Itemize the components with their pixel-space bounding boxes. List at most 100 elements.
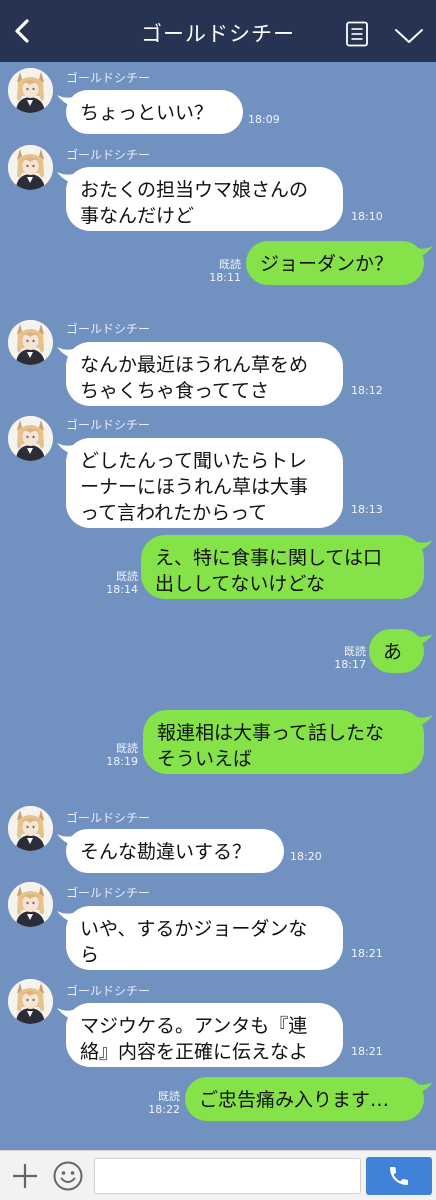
read-receipt: 既読	[219, 258, 241, 271]
timestamp: 18:19	[106, 755, 138, 768]
message-text-line: って言われたからって	[80, 502, 268, 524]
timestamp: 18:12	[351, 384, 383, 397]
incoming-message-bubble[interactable]: マジウケる。アンタも『連 絡』内容を正確に伝えなよ	[66, 1003, 343, 1067]
message-input[interactable]	[94, 1158, 361, 1194]
message-text-line: 報連相は大事って話したな	[157, 722, 385, 744]
bubble-tail	[57, 833, 73, 847]
chevron-down-icon	[395, 29, 423, 43]
message-text-line: ジョーダンか？	[260, 253, 394, 275]
message-meta: 18:10	[351, 210, 383, 223]
message-meta: 18:09	[248, 113, 280, 126]
message-text-line: そんな勘違いする？	[80, 841, 252, 863]
input-bar	[0, 1150, 436, 1200]
sender-name: ゴールドシチー	[66, 886, 151, 900]
emoji-button[interactable]	[51, 1159, 85, 1193]
message-text-line: ちゃくちゃ食っててさ	[80, 380, 270, 402]
bubble-tail	[417, 714, 433, 728]
phone-icon	[390, 1167, 408, 1185]
avatar[interactable]	[8, 416, 53, 461]
message-meta: 既読 18:17	[260, 645, 366, 671]
outgoing-message-bubble[interactable]: ご忠告痛み入ります…	[185, 1077, 424, 1121]
incoming-message-bubble[interactable]: おたくの担当ウマ娘さんの 事なんだけど	[66, 167, 343, 231]
message-meta: 18:12	[351, 384, 383, 397]
timestamp: 18:21	[351, 1045, 383, 1058]
menu-toggle-button[interactable]	[393, 23, 425, 47]
message-text-line: 出ししてないけどな	[155, 573, 326, 595]
add-attachment-button[interactable]	[8, 1159, 42, 1193]
bubble-tail	[417, 245, 433, 259]
bubble-tail	[417, 539, 433, 553]
message-text-line: え、特に食事に関しては口	[155, 547, 383, 569]
message-text-line: ーナーにほうれん草は大事	[80, 476, 309, 498]
timestamp: 18:09	[248, 113, 280, 126]
incoming-message-bubble[interactable]: そんな勘違いする？	[66, 829, 284, 873]
plus-icon	[13, 1164, 37, 1188]
message-text-line: ちょっといい？	[80, 102, 214, 124]
message-text-line: そういえば	[157, 748, 253, 770]
avatar[interactable]	[8, 320, 53, 365]
timestamp: 18:11	[209, 271, 241, 284]
sender-name: ゴールドシチー	[66, 322, 151, 336]
message-meta: 18:13	[351, 503, 383, 516]
sender-name: ゴールドシチー	[66, 418, 151, 432]
bubble-tail	[417, 633, 433, 647]
message-text-line: マジウケる。アンタも『連	[80, 1015, 308, 1037]
message-meta: 18:21	[351, 1045, 383, 1058]
incoming-message-bubble[interactable]: どしたんって聞いたらトレ ーナーにほうれん草は大事 って言われたからって	[66, 438, 343, 528]
message-meta: 既読 18:19	[50, 742, 138, 768]
bubble-tail	[57, 171, 73, 185]
read-receipt: 既読	[116, 570, 138, 583]
memo-button[interactable]	[343, 20, 371, 48]
outgoing-message-bubble[interactable]: あ	[369, 629, 424, 673]
incoming-message-bubble[interactable]: ちょっといい？	[66, 90, 243, 134]
timestamp: 18:22	[148, 1103, 180, 1116]
bubble-tail	[57, 346, 73, 360]
avatar[interactable]	[8, 68, 53, 113]
message-meta: 既読 18:22	[78, 1090, 180, 1116]
message-text-line: 絡』内容を正確に伝えなよ	[80, 1041, 309, 1063]
message-meta: 18:20	[290, 850, 322, 863]
message-text-line: 事なんだけど	[80, 205, 195, 227]
smiley-icon	[53, 1161, 83, 1191]
read-receipt: 既読	[158, 1090, 180, 1103]
message-text-line: おたくの担当ウマ娘さんの	[80, 179, 309, 201]
timestamp: 18:13	[351, 503, 383, 516]
incoming-message-bubble[interactable]: なんか最近ほうれん草をめ ちゃくちゃ食っててさ	[66, 342, 343, 406]
call-button[interactable]	[366, 1157, 432, 1195]
message-text-line: あ	[383, 641, 403, 663]
timestamp: 18:20	[290, 850, 322, 863]
timestamp: 18:17	[334, 658, 366, 671]
timestamp: 18:21	[351, 947, 383, 960]
avatar[interactable]	[8, 806, 53, 851]
message-meta: 既読 18:14	[50, 570, 138, 596]
bubble-tail	[57, 910, 73, 924]
read-receipt: 既読	[344, 645, 366, 658]
outgoing-message-bubble[interactable]: ジョーダンか？	[246, 241, 424, 285]
message-text-line: ら	[80, 944, 100, 966]
outgoing-message-bubble[interactable]: え、特に食事に関しては口 出ししてないけどな	[141, 535, 424, 599]
timestamp: 18:10	[351, 210, 383, 223]
incoming-message-bubble[interactable]: いや、するかジョーダンなら	[66, 906, 343, 970]
message-text-line: どしたんって聞いたらトレ	[80, 450, 308, 472]
bubble-tail	[57, 1007, 73, 1021]
message-meta: 既読 18:11	[136, 258, 241, 284]
bubble-tail	[57, 94, 73, 108]
message-text-line: いや、するかジョーダンな	[80, 918, 308, 940]
sender-name: ゴールドシチー	[66, 811, 151, 825]
avatar[interactable]	[8, 145, 53, 190]
message-meta: 18:21	[351, 947, 383, 960]
read-receipt: 既読	[116, 742, 138, 755]
note-icon	[346, 21, 368, 47]
message-text-line: ご忠告痛み入ります…	[199, 1089, 390, 1111]
avatar[interactable]	[8, 979, 53, 1024]
timestamp: 18:14	[106, 583, 138, 596]
bubble-tail	[57, 442, 73, 456]
message-text-line: なんか最近ほうれん草をめ	[80, 354, 309, 376]
outgoing-message-bubble[interactable]: 報連相は大事って話したな そういえば	[143, 710, 424, 774]
avatar[interactable]	[8, 882, 53, 927]
sender-name: ゴールドシチー	[66, 148, 151, 162]
sender-name: ゴールドシチー	[66, 71, 151, 85]
bubble-tail	[417, 1081, 433, 1095]
sender-name: ゴールドシチー	[66, 984, 151, 998]
chat-header: ゴールドシチー	[0, 0, 436, 62]
